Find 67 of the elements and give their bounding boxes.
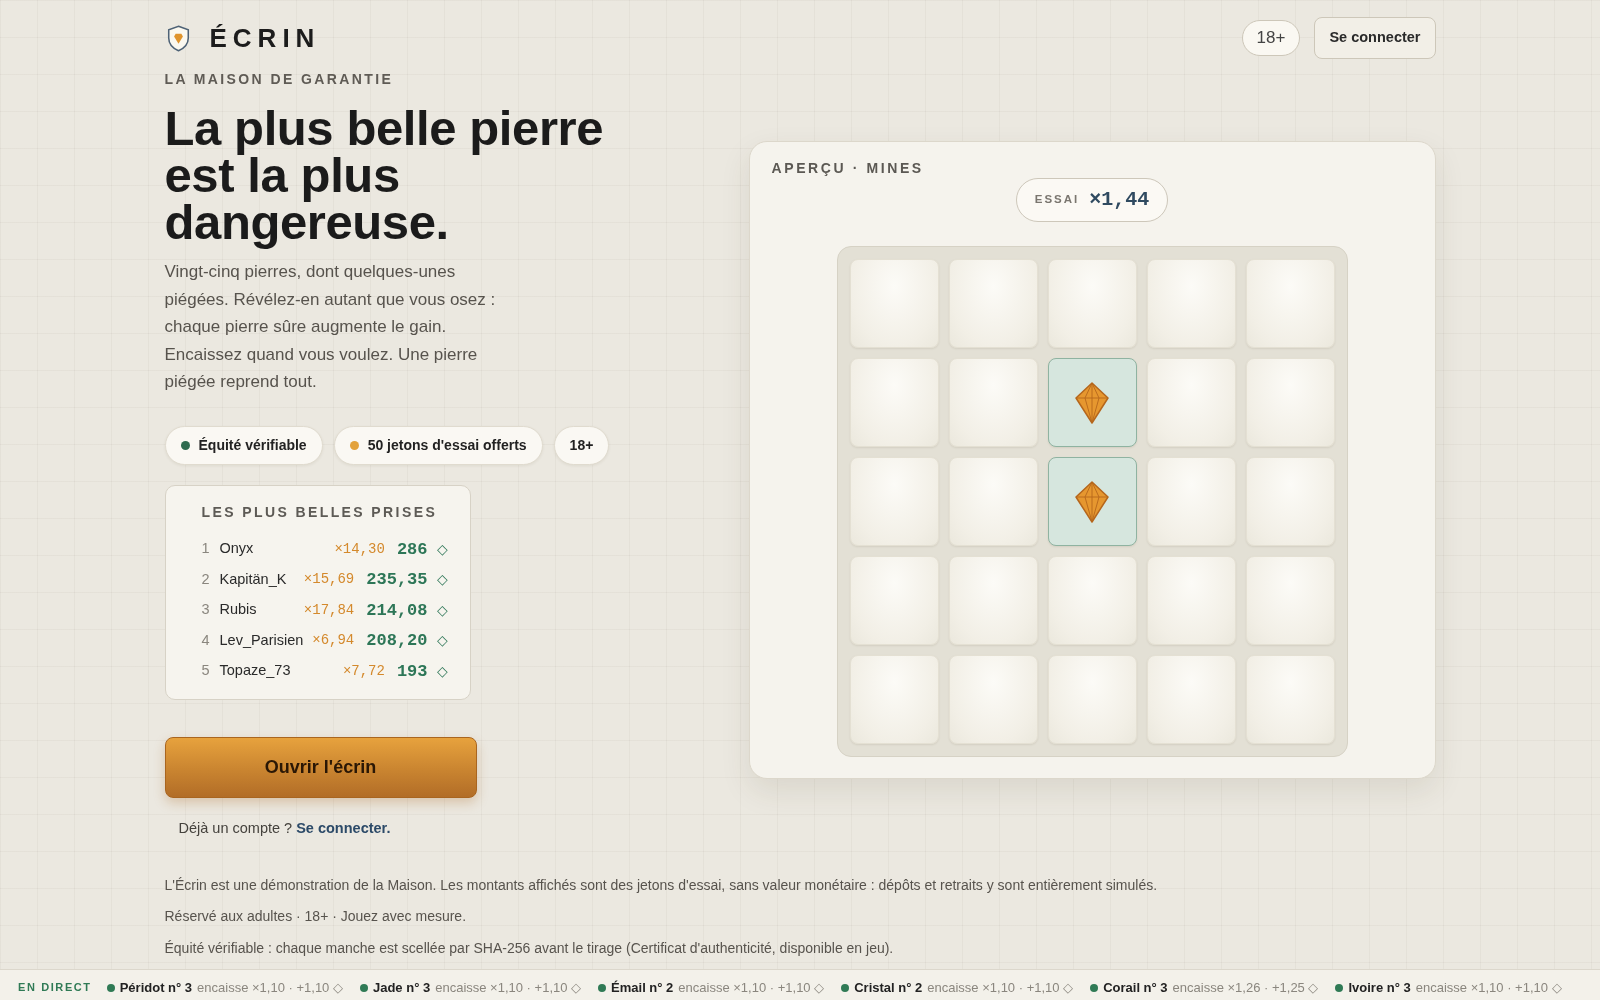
currency-symbol: ◇	[436, 570, 448, 590]
multiplier-label: ESSAI	[1034, 192, 1080, 208]
player-name: Rubis	[219, 600, 258, 620]
currency-symbol: ◇	[436, 539, 448, 559]
payout-detail: encaisse ×1,10 · +1,10 ◇	[927, 978, 1074, 997]
age-badge: 18+	[1241, 20, 1301, 56]
shield-logo-icon	[166, 24, 190, 52]
winner-name: Péridot n° 3	[119, 978, 193, 997]
multiplier-text: ×14,30	[334, 539, 385, 559]
rank-number: 5	[201, 661, 211, 681]
currency-symbol: ◇	[436, 600, 448, 620]
rank-number: 1	[201, 539, 211, 559]
rank-number: 3	[201, 600, 211, 620]
winner-name: Cristal n° 2	[854, 978, 923, 997]
currency-symbol: ◇	[436, 661, 448, 681]
login-button[interactable]: Se connecter	[1314, 17, 1436, 59]
payout-detail: encaisse ×1,10 · +1,10 ◇	[197, 978, 343, 997]
payout-amount: 214,08	[366, 599, 428, 622]
login-link[interactable]: Se connecter.	[296, 819, 391, 836]
preview-title: APERÇU · MINES	[771, 159, 925, 177]
winner-name: Corail n° 3	[1103, 978, 1168, 997]
live-label: EN DIRECT	[18, 980, 92, 996]
payout-amount: 193	[396, 660, 428, 683]
player-name: Onyx	[219, 539, 255, 559]
board-tile[interactable]	[1047, 457, 1137, 546]
currency-symbol: ◇	[436, 631, 448, 651]
status-dot-icon	[1335, 983, 1344, 992]
player-name: Kapitän_K	[219, 569, 288, 589]
gem-icon	[1075, 381, 1109, 424]
tagline: LA MAISON DE GARANTIE	[164, 70, 395, 88]
status-dot-icon	[1090, 983, 1099, 992]
rank-number: 2	[201, 569, 211, 589]
payout-amount: 286	[396, 538, 428, 561]
disclaimer-text: Équité vérifiable : chaque manche est scellée par SHA-256 avant le tirage (Certificat d'authenticité, disponible en jeu).	[164, 938, 895, 958]
disclaimer-text: Réservé aux adultes · 18+ · Jouez avec mesure.	[164, 907, 468, 926]
rank-number: 4	[201, 630, 211, 650]
payout-detail: encaisse ×1,26 · +1,25 ◇	[1172, 978, 1319, 997]
payout-amount: 208,20	[366, 630, 428, 652]
multiplier-value: ×1,44	[1089, 187, 1150, 213]
pill-label: 18+	[569, 435, 594, 455]
multiplier-text: ×17,84	[303, 600, 355, 620]
brand-name: ÉCRIN	[209, 25, 321, 51]
status-dot-icon	[359, 983, 368, 992]
pill-label: Équité vérifiable	[198, 435, 307, 455]
payout-detail: encaisse ×1,10 · +1,10 ◇	[678, 978, 825, 997]
status-dot-icon	[598, 983, 607, 992]
player-name: Lev_Parisien	[219, 630, 305, 650]
login-prompt: Déjà un compte ? Se connecter.	[177, 818, 392, 838]
multiplier-text: ×7,72	[342, 661, 385, 681]
gem-icon	[1075, 480, 1109, 523]
payout-detail: encaisse ×1,10 · +1,10 ◇	[435, 978, 582, 997]
payout-amount: 235,35	[366, 569, 428, 591]
winner-name: Jade n° 3	[372, 978, 431, 997]
pill-label: 50 jetons d'essai offerts	[367, 435, 527, 455]
status-dot-icon	[106, 983, 115, 992]
open-button[interactable]: Ouvrir l'écrin	[164, 736, 477, 798]
leaderboard-title: LES PLUS BELLES PRISES	[201, 503, 439, 522]
winner-name: Ivoire n° 3	[1348, 978, 1411, 997]
winner-name: Émail n° 2	[611, 978, 674, 997]
intro-text: Vingt-cinq pierres, dont quelques-unes piégées. Révélez-en autant que vous osez : chaque pierre sûre augmente le gain. Encaissez quand vous voulez. Une pierre piégée reprend tout.	[164, 261, 497, 393]
disclaimer-text: L'Écrin est une démonstration de la Maison. Les montants affichés sont des jetons d'essai, sans valeur monétaire : dépôts et retraits y sont entièrement simulés.	[164, 875, 1159, 895]
multiplier-text: ×15,69	[303, 570, 355, 590]
payout-detail: encaisse ×1,10 · +1,10 ◇	[1415, 978, 1562, 997]
board-tile[interactable]	[1047, 358, 1137, 447]
status-dot-icon	[841, 983, 850, 992]
multiplier-text: ×6,94	[312, 631, 355, 651]
player-name: Topaze_73	[219, 661, 292, 681]
